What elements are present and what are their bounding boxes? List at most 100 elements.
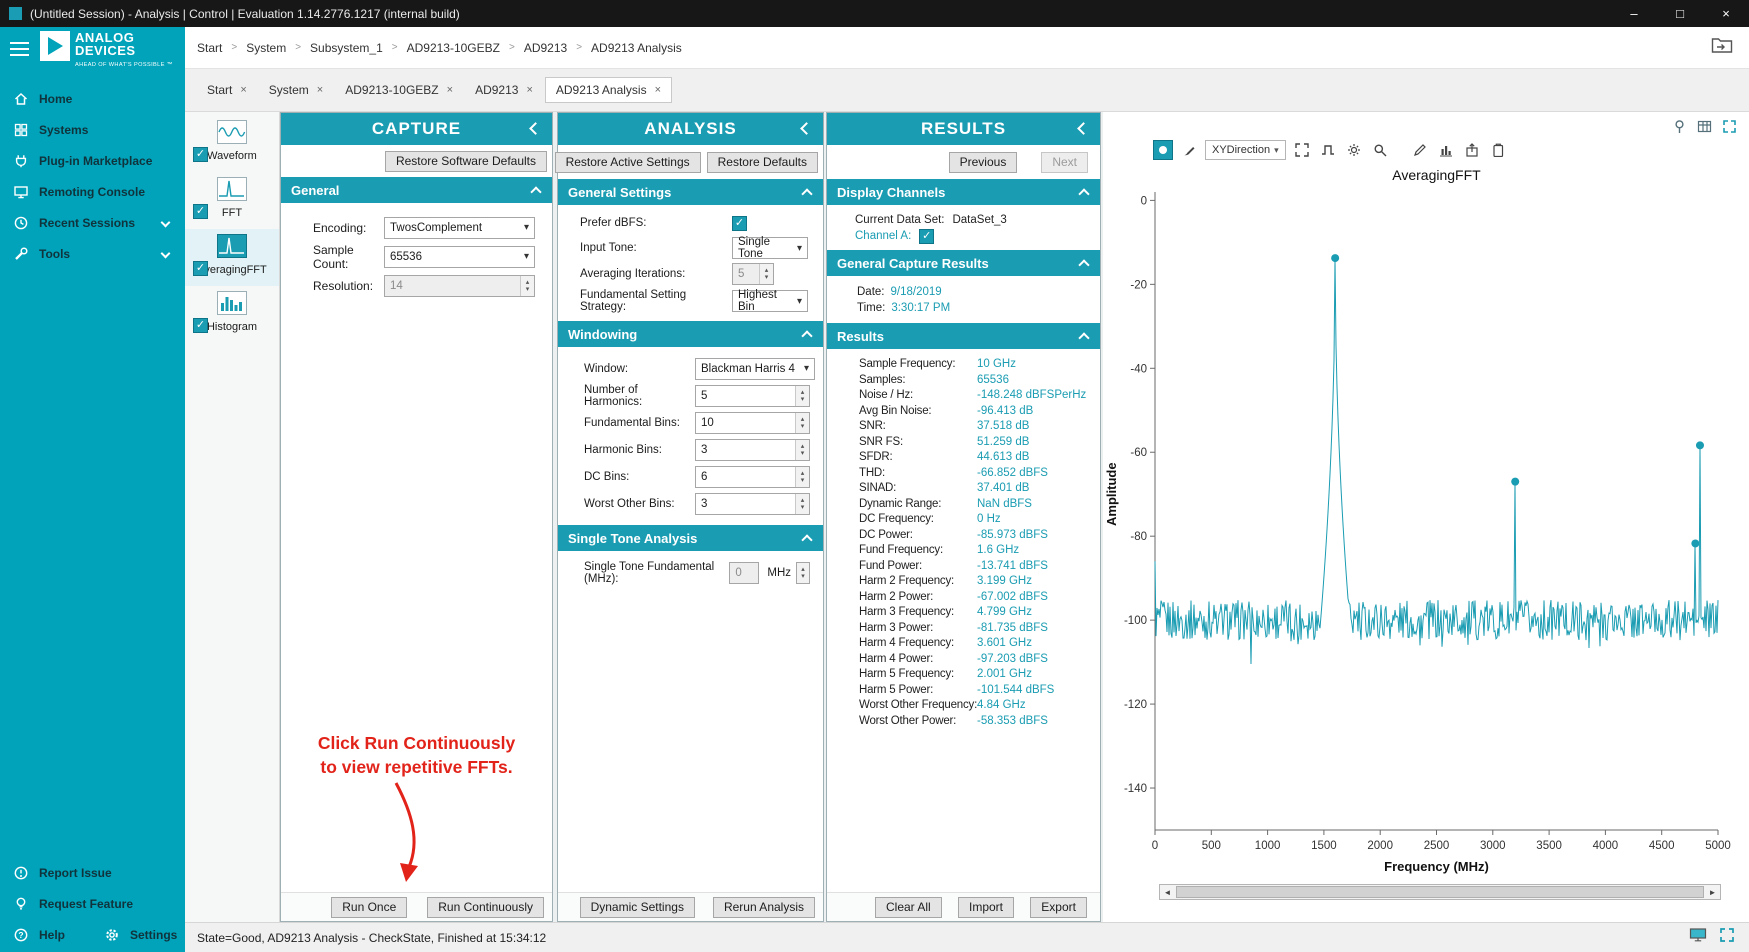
sidebar-item-systems[interactable]: Systems — [0, 114, 185, 145]
grid-view-icon[interactable] — [1697, 119, 1712, 139]
spinner-arrows-icon[interactable] — [796, 562, 810, 584]
breadcrumb-item[interactable]: System — [246, 41, 286, 55]
toolstrip-item-fft[interactable]: FFT — [185, 172, 279, 229]
chevron-up-icon[interactable] — [530, 186, 541, 197]
close-tab-icon[interactable]: × — [317, 84, 323, 96]
annotate-tool-button[interactable] — [1410, 140, 1430, 160]
chevron-up-icon[interactable] — [801, 534, 812, 545]
tab-start[interactable]: Start× — [197, 78, 257, 102]
pin-icon[interactable] — [1672, 119, 1687, 139]
restore-defaults-button[interactable]: Restore Defaults — [707, 152, 818, 173]
breadcrumb-item[interactable]: AD9213 Analysis — [591, 41, 682, 55]
fit-view-button[interactable] — [1292, 140, 1312, 160]
fft-plot[interactable]: 0-20-40-60-80-100-120-140050010001500200… — [1103, 190, 1749, 880]
expand-view-icon[interactable] — [1722, 119, 1737, 139]
sidebar-item-plugin-marketplace[interactable]: Plug-in Marketplace — [0, 145, 185, 176]
breadcrumb-item[interactable]: Start — [197, 41, 222, 55]
fundamental-setting-strategy-dropdown[interactable]: Highest Bin — [732, 290, 808, 312]
xy-direction-dropdown[interactable]: XYDirection — [1205, 140, 1286, 160]
sidebar-item-request-feature[interactable]: Request Feature — [0, 888, 185, 919]
copy-clipboard-button[interactable] — [1488, 140, 1508, 160]
fullscreen-icon[interactable] — [1719, 927, 1735, 948]
sidebar-item-recent-sessions[interactable]: Recent Sessions — [0, 207, 185, 238]
collapse-panel-icon[interactable] — [529, 122, 542, 135]
results-section-header[interactable]: Results — [827, 323, 1100, 349]
minimize-icon[interactable]: – — [1611, 0, 1657, 27]
number-input[interactable]: 10 — [695, 412, 810, 434]
chart-horizontal-scrollbar[interactable]: ◄ ► — [1159, 884, 1721, 900]
tab-system[interactable]: System× — [259, 78, 333, 102]
import-button[interactable]: Import — [958, 897, 1014, 918]
chevron-up-icon[interactable] — [801, 188, 812, 199]
export-image-button[interactable] — [1462, 140, 1482, 160]
single-tone-section-header[interactable]: Single Tone Analysis — [558, 525, 823, 551]
breadcrumb-item[interactable]: AD9213 — [524, 41, 567, 55]
chevron-up-icon[interactable] — [1078, 188, 1089, 199]
rerun-analysis-button[interactable]: Rerun Analysis — [713, 897, 815, 918]
chart-type-button[interactable] — [1436, 140, 1456, 160]
single-tone-fundamental-input[interactable]: 0 — [729, 562, 759, 584]
spinner-arrows-icon[interactable] — [795, 440, 809, 460]
remote-display-icon[interactable] — [1689, 927, 1707, 948]
collapse-panel-icon[interactable] — [800, 122, 813, 135]
breadcrumb-item[interactable]: Subsystem_1 — [310, 41, 383, 55]
tab-ad9213-10gebz[interactable]: AD9213-10GEBZ× — [335, 78, 463, 102]
zoom-tool-button[interactable] — [1370, 140, 1390, 160]
number-input[interactable]: 3 — [695, 439, 810, 461]
spinner-arrows-icon[interactable] — [795, 467, 809, 487]
waveform-checkbox[interactable] — [193, 147, 208, 162]
close-tab-icon[interactable]: × — [655, 84, 661, 96]
close-tab-icon[interactable]: × — [240, 84, 246, 96]
spinner-arrows-icon[interactable] — [520, 276, 534, 296]
chevron-up-icon[interactable] — [1078, 332, 1089, 343]
sidebar-item-help[interactable]: ? Help — [0, 919, 104, 950]
sidebar-item-remoting-console[interactable]: Remoting Console — [0, 176, 185, 207]
scroll-left-icon[interactable]: ◄ — [1160, 885, 1175, 899]
resolution-input[interactable]: 14 — [384, 275, 535, 297]
restore-software-defaults-button[interactable]: Restore Software Defaults — [385, 151, 547, 172]
tab-ad9213-analysis[interactable]: AD9213 Analysis× — [545, 77, 672, 103]
number-input[interactable]: 5 — [695, 385, 810, 407]
general-section-header[interactable]: General — [281, 177, 552, 203]
encoding-dropdown[interactable]: TwosComplement — [384, 217, 535, 239]
run-continuously-button[interactable]: Run Continuously — [427, 897, 544, 918]
pulse-tool-button[interactable] — [1318, 140, 1338, 160]
spinner-arrows-icon[interactable] — [759, 264, 773, 284]
previous-button[interactable]: Previous — [949, 152, 1018, 173]
breadcrumb-item[interactable]: AD9213-10GEBZ — [407, 41, 500, 55]
spinner-arrows-icon[interactable] — [795, 386, 809, 406]
chevron-up-icon[interactable] — [801, 330, 812, 341]
sidebar-item-settings[interactable]: Settings — [104, 919, 177, 950]
dynamic-settings-button[interactable]: Dynamic Settings — [580, 897, 695, 918]
session-panel-button[interactable] — [1711, 36, 1733, 59]
tab-ad9213[interactable]: AD9213× — [465, 78, 543, 102]
window-dropdown[interactable]: Blackman Harris 4 — [695, 358, 815, 380]
chevron-down-icon[interactable] — [161, 218, 171, 228]
next-button[interactable]: Next — [1041, 152, 1088, 173]
channel-a-checkbox[interactable] — [919, 229, 934, 244]
close-icon[interactable]: × — [1703, 0, 1749, 27]
collapse-panel-icon[interactable] — [1077, 122, 1090, 135]
fft-checkbox[interactable] — [193, 204, 208, 219]
run-once-button[interactable]: Run Once — [331, 897, 407, 918]
prefer-dbfs-checkbox[interactable] — [732, 216, 747, 231]
scrollbar-thumb[interactable] — [1176, 886, 1704, 898]
points-tool-button[interactable] — [1344, 140, 1364, 160]
menu-icon[interactable] — [10, 38, 29, 60]
sidebar-item-tools[interactable]: Tools — [0, 238, 185, 269]
cursor-tool-button[interactable] — [1153, 140, 1173, 160]
averagingfft-checkbox[interactable] — [193, 261, 208, 276]
scroll-right-icon[interactable]: ► — [1705, 885, 1720, 899]
averaging-iterations-input[interactable]: 5 — [732, 263, 774, 285]
windowing-section-header[interactable]: Windowing — [558, 321, 823, 347]
sidebar-item-report-issue[interactable]: Report Issue — [0, 857, 185, 888]
close-tab-icon[interactable]: × — [447, 84, 453, 96]
maximize-icon[interactable]: □ — [1657, 0, 1703, 27]
number-input[interactable]: 6 — [695, 466, 810, 488]
histogram-checkbox[interactable] — [193, 318, 208, 333]
toolstrip-item-averagingfft[interactable]: AveragingFFT — [185, 229, 279, 286]
sidebar-item-home[interactable]: Home — [0, 83, 185, 114]
display-channels-section-header[interactable]: Display Channels — [827, 179, 1100, 205]
restore-active-settings-button[interactable]: Restore Active Settings — [555, 152, 701, 173]
input-tone-dropdown[interactable]: Single Tone — [732, 237, 808, 259]
